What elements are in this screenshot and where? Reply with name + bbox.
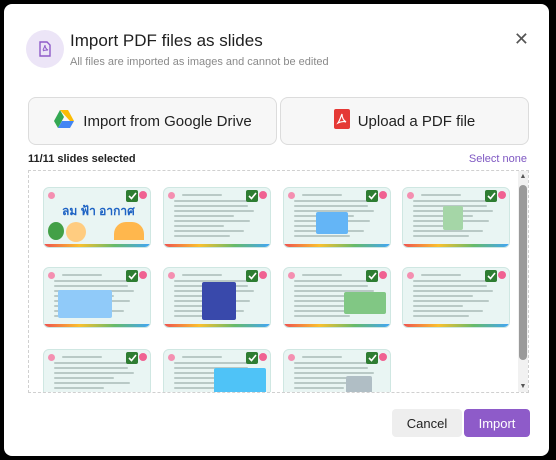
slide-corner-icon: [379, 271, 387, 279]
slide-corner-icon: [379, 191, 387, 199]
slide-corner-icon: [259, 353, 267, 361]
google-drive-icon: [53, 109, 75, 133]
slide-marker-icon: [407, 192, 414, 199]
slide-marker-icon: [48, 354, 55, 361]
checkmark-icon[interactable]: [246, 270, 258, 282]
slide-thumbnail[interactable]: [283, 349, 391, 392]
close-icon[interactable]: ✕: [514, 30, 529, 48]
checkmark-icon[interactable]: [126, 270, 138, 282]
checkmark-icon[interactable]: [485, 270, 497, 282]
slide-marker-icon: [168, 192, 175, 199]
pdf-file-icon: [26, 30, 64, 68]
select-none-link[interactable]: Select none: [469, 153, 527, 165]
slide-image: [344, 292, 386, 314]
checkmark-icon[interactable]: [366, 352, 378, 364]
slide-corner-icon: [139, 353, 147, 361]
slide-marker-icon: [288, 272, 295, 279]
slides-selected-count: 11/11 slides selected: [28, 153, 136, 165]
slide-marker-icon: [407, 272, 414, 279]
slide-corner-icon: [498, 191, 506, 199]
checkmark-icon[interactable]: [126, 352, 138, 364]
pdf-icon: [333, 109, 350, 133]
slide-thumbnail[interactable]: [283, 267, 391, 328]
checkmark-icon[interactable]: [126, 190, 138, 202]
checkmark-icon[interactable]: [366, 270, 378, 282]
slide-marker-icon: [48, 272, 55, 279]
slide-thumbnail[interactable]: [402, 267, 510, 328]
google-drive-label: Import from Google Drive: [83, 112, 252, 130]
slide-thumb-title: ลม ฟ้า อากาศ: [62, 204, 135, 218]
slide-thumbnail[interactable]: [43, 349, 151, 392]
slide-image: [202, 282, 236, 320]
import-button[interactable]: Import: [464, 409, 530, 437]
scrollbar[interactable]: ▲ ▼: [518, 171, 528, 392]
slide-thumbnail[interactable]: [402, 187, 510, 248]
slide-marker-icon: [288, 192, 295, 199]
checkmark-icon[interactable]: [246, 190, 258, 202]
slide-marker-icon: [168, 272, 175, 279]
slide-image: [443, 206, 463, 230]
slide-marker-icon: [48, 192, 55, 199]
slide-image: [214, 368, 266, 392]
slide-corner-icon: [498, 271, 506, 279]
slide-image: [58, 290, 112, 318]
slide-image: [316, 212, 348, 234]
dialog-title: Import PDF files as slides: [70, 31, 263, 50]
slide-corner-icon: [379, 353, 387, 361]
slide-thumbnail[interactable]: [163, 187, 271, 248]
slide-thumbnail[interactable]: [43, 267, 151, 328]
checkmark-icon[interactable]: [485, 190, 497, 202]
slide-corner-icon: [139, 271, 147, 279]
import-pdf-dialog: Import PDF files as slides All files are…: [4, 4, 549, 456]
slide-thumbnail[interactable]: [283, 187, 391, 248]
dialog-subtitle: All files are imported as images and can…: [70, 56, 329, 68]
slide-thumbnail[interactable]: [163, 267, 271, 328]
scroll-thumb[interactable]: [519, 185, 527, 360]
slide-corner-icon: [259, 271, 267, 279]
slide-marker-icon: [288, 354, 295, 361]
slides-grid: ลม ฟ้า อากาศ ▲ ▼: [28, 170, 529, 393]
slide-image: [346, 376, 372, 392]
scroll-down-arrow[interactable]: ▼: [519, 383, 527, 390]
slide-marker-icon: [168, 354, 175, 361]
slide-corner-icon: [259, 191, 267, 199]
slide-thumbnail[interactable]: ลม ฟ้า อากาศ: [43, 187, 151, 248]
checkmark-icon[interactable]: [246, 352, 258, 364]
slide-thumbnail[interactable]: [163, 349, 271, 392]
import-google-drive-button[interactable]: Import from Google Drive: [28, 97, 277, 145]
upload-pdf-button[interactable]: Upload a PDF file: [280, 97, 529, 145]
scroll-up-arrow[interactable]: ▲: [519, 173, 527, 180]
upload-pdf-label: Upload a PDF file: [357, 112, 476, 130]
checkmark-icon[interactable]: [366, 190, 378, 202]
slide-corner-icon: [139, 191, 147, 199]
cancel-button[interactable]: Cancel: [392, 409, 462, 437]
